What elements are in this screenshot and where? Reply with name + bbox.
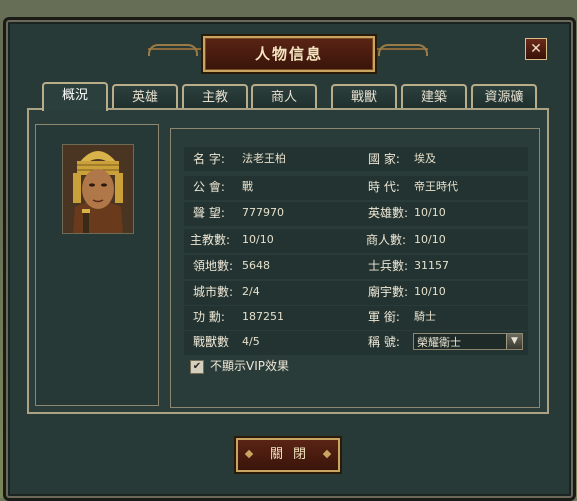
- merchant-count-label: 商人數:: [366, 233, 407, 247]
- vip-effect-label: 不顯示VIP效果: [210, 359, 289, 373]
- city-label: 城市數:: [193, 285, 234, 299]
- info-row: [184, 306, 528, 330]
- fame-value: 777970: [242, 206, 284, 219]
- ornament-dot: [244, 449, 254, 459]
- info-row: [184, 176, 528, 200]
- pharaoh-portrait: [62, 144, 134, 234]
- title-select[interactable]: 榮耀衛士 ▼: [413, 333, 523, 350]
- city-value: 2/4: [242, 285, 260, 298]
- title-label: 稱 號:: [368, 335, 400, 349]
- tab-buildings[interactable]: 建築: [401, 84, 467, 110]
- bishop-count-label: 主教數:: [190, 233, 231, 247]
- territory-label: 領地數:: [193, 259, 234, 273]
- close-icon[interactable]: ✕: [525, 38, 547, 60]
- fame-label: 聲 望:: [193, 206, 225, 220]
- rank-value: 騎士: [414, 310, 436, 323]
- title-select-value: 榮耀衛士: [417, 336, 461, 349]
- name-value: 法老王柏: [242, 152, 286, 165]
- rank-label: 軍 銜:: [368, 310, 400, 324]
- info-row: [184, 202, 528, 226]
- tab-overview[interactable]: 概況: [42, 82, 108, 111]
- temple-value: 10/10: [414, 285, 446, 298]
- beast-count-label: 戰獸數: [193, 335, 230, 349]
- name-label: 名 字:: [193, 152, 225, 166]
- country-value: 埃及: [414, 152, 436, 165]
- tab-mines[interactable]: 資源礦: [471, 84, 537, 110]
- ornament-dot: [322, 449, 332, 459]
- era-value: 帝王時代: [414, 180, 458, 193]
- chevron-down-icon[interactable]: ▼: [506, 334, 522, 349]
- info-row: [184, 255, 528, 279]
- tab-beasts[interactable]: 戰獸: [331, 84, 397, 110]
- hero-count-value: 10/10: [414, 206, 446, 219]
- merit-label: 功 勳:: [193, 310, 225, 324]
- close-button-label: 關閉: [269, 447, 316, 462]
- soldier-label: 士兵數:: [368, 259, 409, 273]
- territory-value: 5648: [242, 259, 270, 272]
- soldier-value: 31157: [414, 259, 449, 272]
- merit-value: 187251: [242, 310, 284, 323]
- temple-label: 廟宇數:: [368, 285, 409, 299]
- vip-effect-checkbox[interactable]: ✔: [190, 360, 204, 374]
- info-row: [184, 281, 528, 305]
- close-button[interactable]: 關閉: [236, 438, 340, 472]
- tab-bishops[interactable]: 主教: [182, 84, 248, 110]
- era-label: 時 代:: [368, 180, 400, 194]
- tab-heroes[interactable]: 英雄: [112, 84, 178, 110]
- beast-count-value: 4/5: [242, 335, 260, 348]
- guild-label: 公 會:: [193, 180, 225, 194]
- bishop-count-value: 10/10: [242, 233, 274, 246]
- hero-count-label: 英雄數:: [368, 206, 409, 220]
- info-row: [184, 147, 528, 171]
- info-row: [184, 229, 528, 253]
- country-label: 國 家:: [368, 152, 400, 166]
- window-title: 人物信息: [203, 36, 375, 72]
- tab-merchants[interactable]: 商人: [251, 84, 317, 110]
- merchant-count-value: 10/10: [414, 233, 446, 246]
- guild-value: 戰: [242, 180, 253, 193]
